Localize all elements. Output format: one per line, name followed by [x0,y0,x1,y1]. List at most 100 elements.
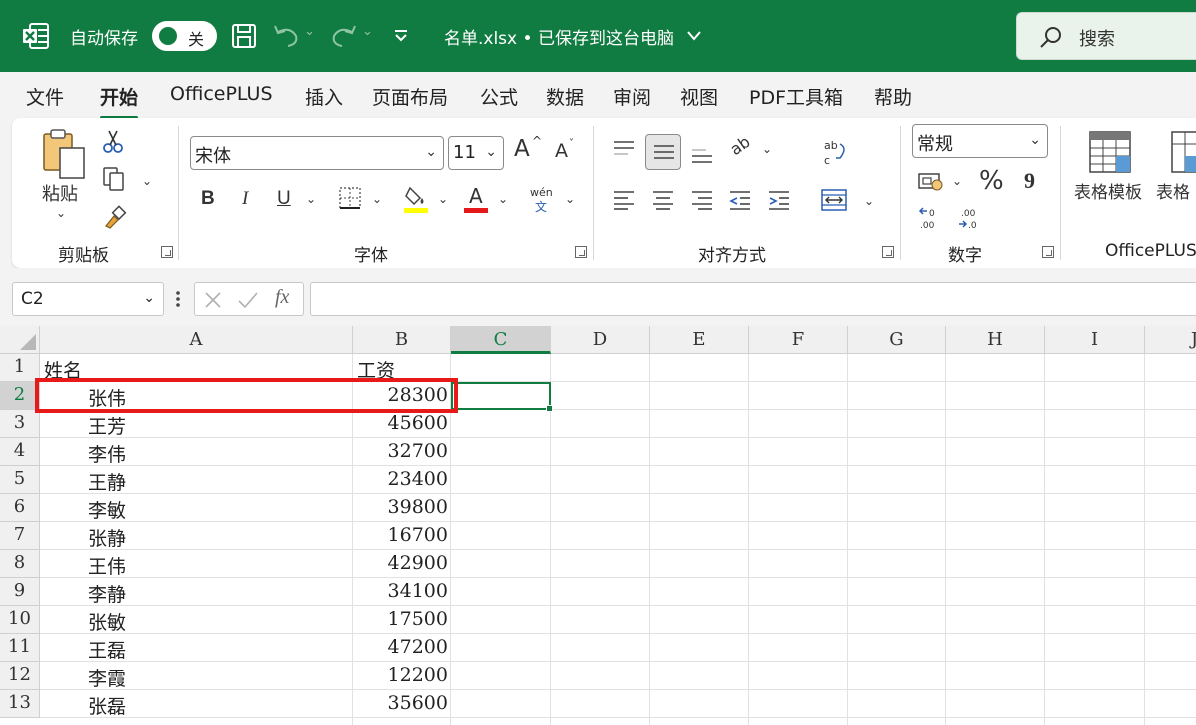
fill-color-icon[interactable] [402,184,430,214]
cell-b12[interactable]: 12200 [353,662,448,690]
active-cell-c2[interactable] [451,382,553,412]
cell-a3[interactable]: 王芳 [88,410,126,438]
align-right-icon[interactable] [690,190,714,210]
row-header-11[interactable]: 11 [0,634,40,662]
tab-help[interactable]: 帮助 [874,83,912,110]
align-middle-button[interactable] [645,134,681,170]
spreadsheet-grid[interactable]: A B C D E F G H I J 1 姓名 工资 2 张伟 28300 3 王芳 45600 4 李伟 32700 5… [0,326,1196,725]
cell-a5[interactable]: 王静 [88,466,126,494]
autosave-toggle[interactable]: 关 [152,21,217,51]
cell-a11[interactable]: 王磊 [88,634,126,662]
fill-color-dropdown-icon[interactable]: ⌄ [438,192,448,206]
format-painter-icon[interactable] [102,204,128,230]
row-header-7[interactable]: 7 [0,522,40,550]
row-header-3[interactable]: 3 [0,410,40,438]
redo-dropdown-icon[interactable]: ⌄ [362,24,373,39]
paste-dropdown-icon[interactable]: ⌄ [56,206,66,220]
table-style-icon[interactable] [1170,130,1196,174]
column-header-c[interactable]: C [451,326,551,354]
cell-a8[interactable]: 王伟 [88,550,126,578]
paste-label[interactable]: 粘贴 [42,180,78,206]
formula-input[interactable] [310,282,1196,316]
decrease-decimal-icon[interactable]: .00 .0 [956,206,982,232]
column-header-g[interactable]: G [848,326,946,354]
row-header-8[interactable]: 8 [0,550,40,578]
row-header-10[interactable]: 10 [0,606,40,634]
grow-font-icon[interactable]: A [514,136,530,162]
save-icon[interactable] [230,22,258,50]
cell-b4[interactable]: 32700 [353,438,448,466]
row-header-2[interactable]: 2 [0,382,40,410]
cancel-icon[interactable] [203,290,223,310]
copy-dropdown-icon[interactable]: ⌄ [142,174,152,188]
cell-b11[interactable]: 47200 [353,634,448,662]
cell-b13[interactable]: 35600 [353,690,448,718]
cell-a4[interactable]: 李伟 [88,438,126,466]
column-header-a[interactable]: A [40,326,353,354]
increase-indent-icon[interactable] [767,190,791,210]
accounting-format-icon[interactable] [917,170,945,192]
bold-button[interactable]: B [201,188,215,210]
row-header-6[interactable]: 6 [0,494,40,522]
customize-toolbar-icon[interactable] [393,30,409,42]
paste-icon[interactable] [40,128,88,180]
column-header-b[interactable]: B [353,326,451,354]
insert-function-button[interactable]: fx [275,286,289,309]
shrink-font-icon[interactable]: A [555,140,568,162]
font-color-button[interactable]: A [469,184,483,208]
column-header-j[interactable]: J [1145,326,1196,354]
cell-b8[interactable]: 42900 [353,550,448,578]
merge-dropdown-icon[interactable]: ⌄ [864,194,874,208]
enter-icon[interactable] [237,290,259,310]
select-all-button[interactable] [0,326,40,354]
tab-pdf-toolbox[interactable]: PDF工具箱 [749,83,843,110]
file-name[interactable]: 名单.xlsx • 已保存到这台电脑 [444,24,674,49]
cell-b3[interactable]: 45600 [353,410,448,438]
column-header-e[interactable]: E [650,326,749,354]
row-header-4[interactable]: 4 [0,438,40,466]
orientation-icon[interactable]: ab [726,132,753,159]
underline-dropdown-icon[interactable]: ⌄ [306,192,316,206]
phonetic-dropdown-icon[interactable]: ⌄ [565,192,575,206]
cell-b5[interactable]: 23400 [353,466,448,494]
undo-dropdown-icon[interactable]: ⌄ [304,24,315,39]
font-name-select[interactable]: 宋体 ⌄ [190,136,444,170]
wrap-text-icon[interactable]: ab c [822,138,850,168]
font-launcher-icon[interactable] [575,246,587,258]
align-center-icon[interactable] [651,190,675,210]
cell-b9[interactable]: 34100 [353,578,448,606]
tab-page-layout[interactable]: 页面布局 [372,83,448,110]
font-color-dropdown-icon[interactable]: ⌄ [498,192,508,206]
align-left-icon[interactable] [612,190,636,210]
table-style-label[interactable]: 表格 [1156,178,1190,203]
chevron-down-icon[interactable] [686,30,702,42]
decrease-indent-icon[interactable] [728,190,752,210]
column-header-d[interactable]: D [551,326,650,354]
tab-review[interactable]: 审阅 [613,83,651,110]
alignment-launcher-icon[interactable] [882,246,894,258]
cell-a10[interactable]: 张敏 [88,606,126,634]
cell-b10[interactable]: 17500 [353,606,448,634]
font-size-select[interactable]: 11 ⌄ [448,136,504,170]
accounting-dropdown-icon[interactable]: ⌄ [952,174,962,188]
increase-decimal-icon[interactable]: 0 .00 [917,206,943,232]
tab-file[interactable]: 文件 [26,83,64,110]
percent-style-button[interactable]: % [979,166,1004,196]
clipboard-launcher-icon[interactable] [161,246,173,258]
tab-officeplus[interactable]: OfficePLUS [170,83,273,105]
cell-b6[interactable]: 39800 [353,494,448,522]
borders-dropdown-icon[interactable]: ⌄ [372,192,382,206]
underline-button[interactable]: U [277,188,291,210]
search-box[interactable]: 搜索 [1016,12,1196,60]
borders-icon[interactable] [338,186,362,210]
row-header-1[interactable]: 1 [0,354,40,382]
column-header-f[interactable]: F [749,326,848,354]
row-header-12[interactable]: 12 [0,662,40,690]
table-template-label[interactable]: 表格模板 [1074,178,1142,203]
tab-data[interactable]: 数据 [546,83,584,110]
orientation-dropdown-icon[interactable]: ⌄ [762,142,772,156]
row-header-13[interactable]: 13 [0,690,40,718]
align-bottom-icon[interactable] [690,146,714,164]
table-template-icon[interactable] [1088,130,1132,174]
copy-icon[interactable] [102,166,126,192]
